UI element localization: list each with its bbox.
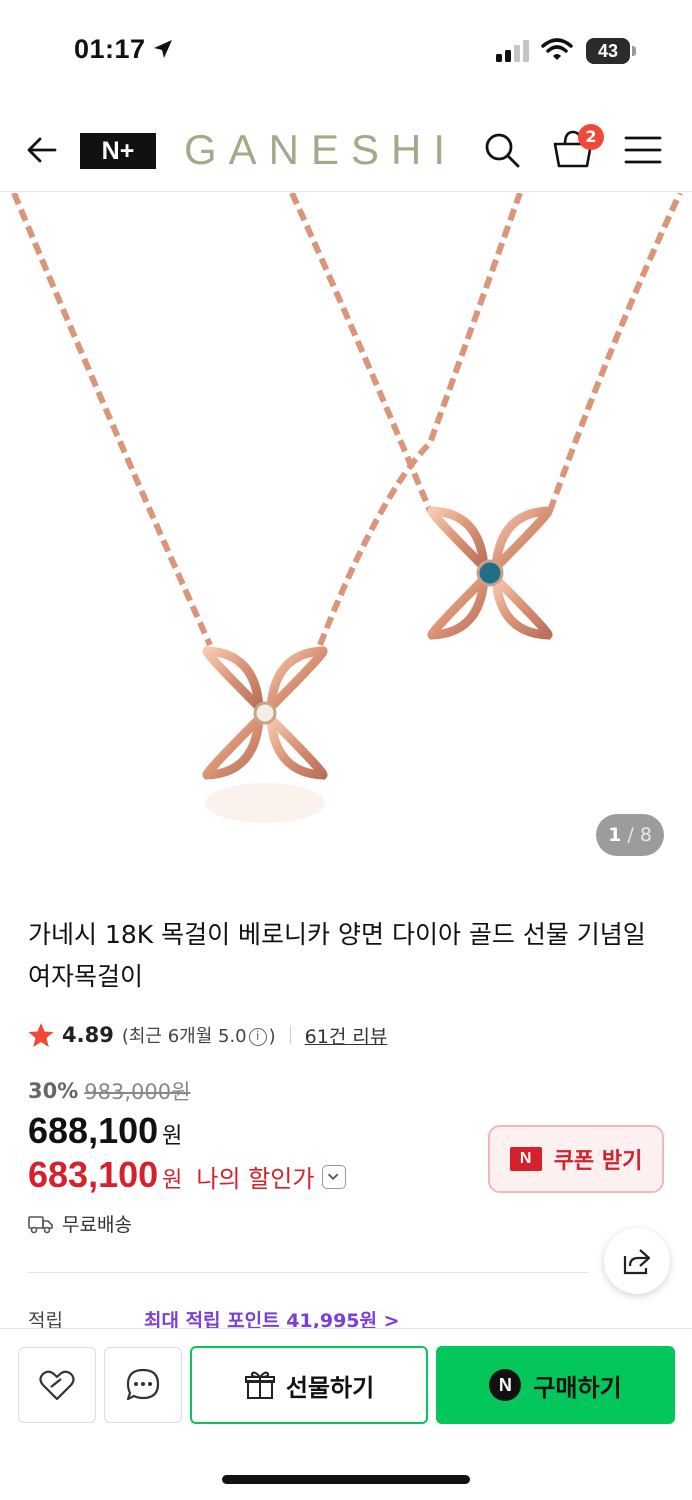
my-discount-label: 나의 할인가 <box>196 1165 315 1193</box>
back-arrow-icon[interactable] <box>22 130 62 170</box>
brand-logo[interactable]: GANESHI <box>184 126 457 174</box>
top-navigation-bar: N+ GANESHI <box>0 108 692 192</box>
wishlist-button[interactable] <box>18 1347 96 1423</box>
star-icon <box>28 1023 54 1047</box>
status-time: 01:17 <box>74 34 146 64</box>
sale-price-unit: 원 <box>162 1124 183 1149</box>
product-image[interactable] <box>0 193 692 881</box>
hamburger-menu-icon[interactable] <box>624 132 662 168</box>
recent-rating: (최근 6개월 5.0 i) <box>122 1022 276 1048</box>
gift-button[interactable]: 선물하기 <box>190 1346 428 1424</box>
image-index-separator: / <box>627 824 634 846</box>
rating-score: 4.89 <box>62 1023 114 1047</box>
naver-n-icon: N <box>509 1147 542 1171</box>
rating-divider <box>289 1026 291 1044</box>
cart-count-badge: 2 <box>578 124 604 150</box>
buy-button-label: 구매하기 <box>533 1373 622 1402</box>
heart-icon <box>39 1370 75 1401</box>
bottom-action-bar: 선물하기 N 구매하기 <box>0 1328 692 1500</box>
gift-icon <box>244 1371 275 1399</box>
gift-button-label: 선물하기 <box>285 1373 375 1402</box>
channel-logo-text: N+ <box>101 137 135 165</box>
necklace-illustration <box>11 193 683 823</box>
review-count-link[interactable]: 61건 리뷰 <box>305 1022 388 1049</box>
buy-now-button[interactable]: N 구매하기 <box>436 1346 675 1424</box>
image-page-counter: 1 / 8 <box>596 814 664 856</box>
battery-level: 43 <box>597 41 619 61</box>
current-image-index: 1 <box>608 824 622 846</box>
product-title: 가네시 18K 목걸이 베로니카 양면 다이아 골드 선물 기념일 여자목걸이 <box>28 920 646 991</box>
my-discount-price: 683,100 <box>28 1154 159 1195</box>
truck-icon <box>28 1215 53 1233</box>
original-price: 983,000원 <box>84 1080 191 1104</box>
recent-rating-close: ) <box>268 1026 276 1047</box>
my-discount-price-row[interactable]: 683,100 원 나의 할인가 <box>28 1154 347 1196</box>
chat-bubble-icon <box>126 1368 160 1401</box>
home-indicator[interactable] <box>222 1475 470 1484</box>
location-arrow-icon <box>154 40 172 58</box>
total-image-count: 8 <box>639 824 652 846</box>
get-coupon-button[interactable]: N 쿠폰 받기 <box>488 1125 664 1193</box>
naver-pay-icon: N <box>489 1369 522 1401</box>
share-icon <box>623 1249 651 1275</box>
battery-icon: 43 <box>586 38 636 64</box>
my-price-unit: 원 <box>162 1168 183 1193</box>
section-divider <box>28 1272 588 1273</box>
cellular-signal-icon <box>496 40 529 62</box>
shipping-text: 무료배송 <box>62 1214 132 1236</box>
naver-plus-logo[interactable]: N+ <box>80 133 156 169</box>
shipping-info: 무료배송 <box>28 1210 132 1237</box>
search-icon[interactable] <box>480 128 524 172</box>
sale-price: 688,100 <box>28 1110 159 1151</box>
status-bar: 01:17 43 <box>0 0 692 100</box>
chevron-down-icon[interactable] <box>322 1165 347 1189</box>
rating-row: 4.89 (최근 6개월 5.0 i) 61건 리뷰 <box>28 1018 387 1052</box>
wifi-icon <box>541 38 573 60</box>
sale-price-row: 688,100 원 <box>28 1110 182 1152</box>
info-icon[interactable]: i <box>248 1028 267 1046</box>
chat-talk-button[interactable] <box>104 1347 182 1423</box>
discount-rate: 30% <box>28 1079 79 1103</box>
discount-row: 30% 983,000원 <box>28 1076 190 1106</box>
coupon-button-label: 쿠폰 받기 <box>553 1149 643 1174</box>
recent-rating-text: (최근 6개월 5.0 <box>121 1026 247 1047</box>
share-button[interactable] <box>604 1228 670 1294</box>
